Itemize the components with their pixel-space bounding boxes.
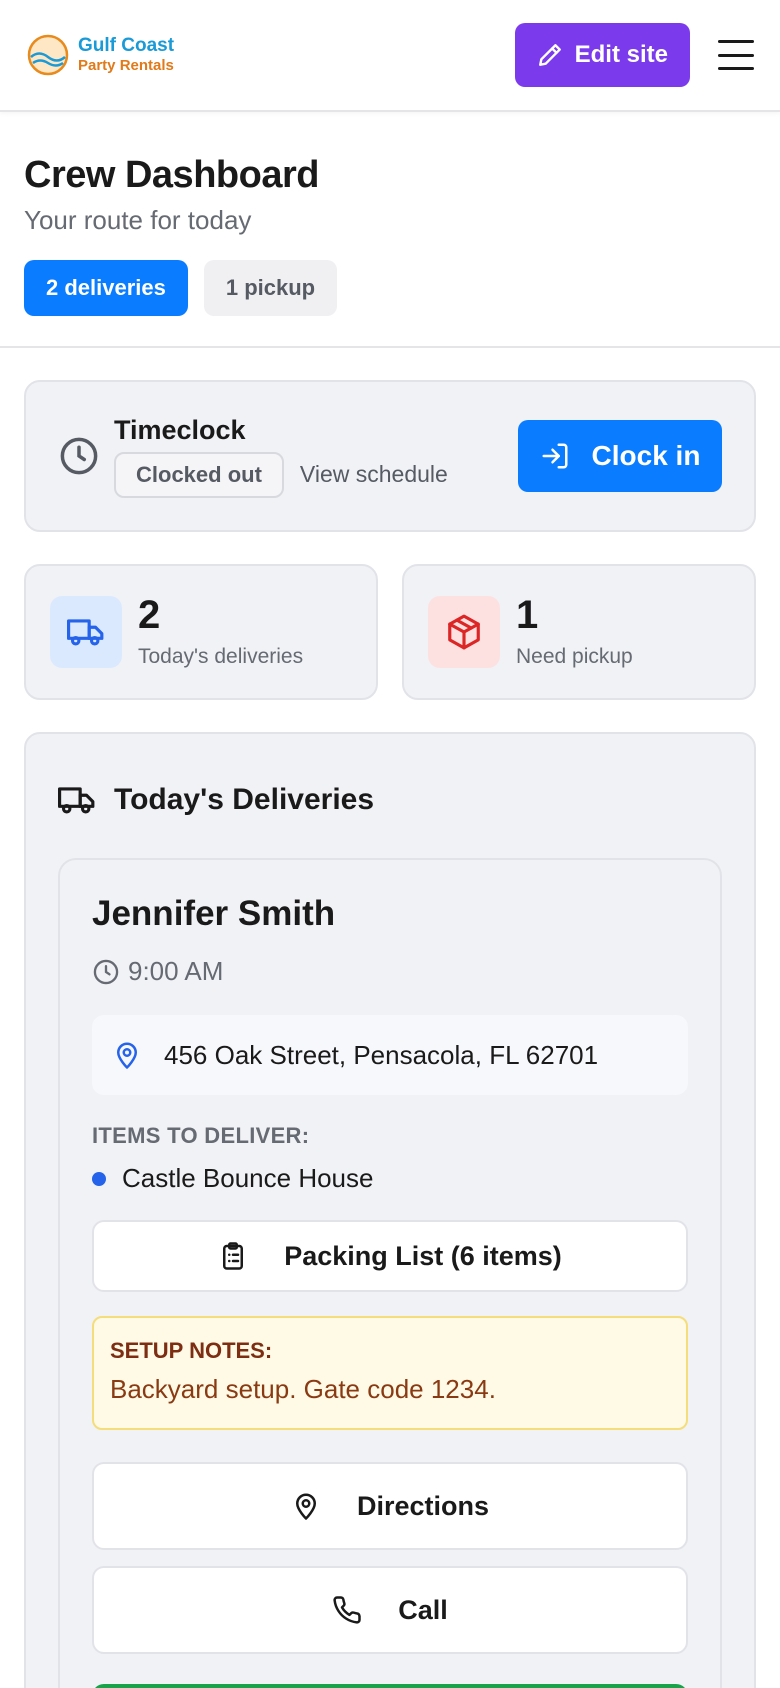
- chip-pickups[interactable]: 1 pickup: [203, 260, 338, 316]
- truck-icon: [58, 787, 95, 814]
- packing-list-label: Packing List (6 items): [284, 1240, 562, 1271]
- chip-deliveries[interactable]: 2 deliveries: [24, 260, 188, 316]
- item-name: Castle Bounce House: [122, 1163, 374, 1193]
- clock-in-button[interactable]: Clock in: [518, 420, 722, 492]
- truck-icon: [67, 619, 104, 646]
- directions-label: Directions: [356, 1490, 490, 1521]
- brand-logo[interactable]: Gulf Coast Party Rentals: [26, 33, 174, 77]
- list-item: Castle Bounce House: [92, 1163, 688, 1194]
- phone-icon: [333, 1596, 361, 1624]
- clock-icon: [60, 437, 98, 475]
- delivery-address-text: 456 Oak Street, Pensacola, FL 62701: [164, 1039, 599, 1070]
- stat-deliveries-card[interactable]: 2 Today's deliveries: [24, 564, 378, 700]
- stat-pickups-card[interactable]: 1 Need pickup: [402, 564, 756, 700]
- page-subtitle: Your route for today: [24, 205, 252, 235]
- pencil-icon: [538, 44, 561, 66]
- page-header: Crew Dashboard Your route for today 2 de…: [0, 112, 780, 348]
- stat-icon-box: [428, 596, 500, 668]
- stat-deliveries-label: Today's deliveries: [138, 645, 304, 668]
- items-to-deliver-label: ITEMS TO DELIVER:: [92, 1123, 310, 1148]
- setup-notes-label: SETUP NOTES:: [110, 1338, 273, 1363]
- filter-chips: 2 deliveries 1 pickup: [24, 260, 756, 316]
- setup-notes-text: Backyard setup. Gate code 1234.: [110, 1374, 496, 1404]
- call-button[interactable]: Call: [92, 1566, 688, 1654]
- edit-site-label: Edit site: [574, 41, 668, 68]
- setup-notes-box: SETUP NOTES: Backyard setup. Gate code 1…: [92, 1316, 688, 1430]
- delivery-time-text: 9:00 AM: [128, 956, 224, 986]
- deliveries-section: Today's Deliveries Jennifer Smith 9:00 A…: [24, 732, 756, 1688]
- timeclock-title: Timeclock: [114, 414, 246, 445]
- directions-button[interactable]: Directions: [92, 1462, 688, 1550]
- delivery-job-card: Jennifer Smith 9:00 AM 456 Oak Street, P…: [58, 858, 722, 1688]
- clipboard-list-icon: [223, 1242, 244, 1270]
- clock-status-badge: Clocked out: [114, 451, 284, 498]
- hamburger-menu-icon[interactable]: [718, 40, 754, 70]
- delivery-address[interactable]: 456 Oak Street, Pensacola, FL 62701: [92, 1015, 688, 1095]
- view-schedule-link[interactable]: View schedule: [300, 461, 448, 488]
- brand-name: Gulf Coast: [78, 35, 175, 57]
- customer-name: Jennifer Smith: [92, 894, 336, 933]
- timeclock-card: Timeclock Clocked out View schedule Cloc…: [24, 380, 756, 532]
- map-pin-icon: [295, 1493, 316, 1520]
- package-icon: [448, 614, 480, 650]
- map-pin-icon: [117, 1042, 137, 1069]
- complete-delivery-button[interactable]: [92, 1684, 688, 1688]
- bullet-dot: [92, 1171, 106, 1186]
- brand-tagline: Party Rentals: [78, 57, 174, 75]
- stat-pickups-value: 1: [516, 593, 539, 637]
- clock-icon: [93, 959, 119, 984]
- edit-site-button[interactable]: Edit site: [514, 23, 690, 87]
- stat-deliveries-value: 2: [138, 593, 161, 637]
- deliveries-section-title: Today's Deliveries: [114, 783, 375, 816]
- page-title: Crew Dashboard: [24, 154, 319, 196]
- delivery-time: 9:00 AM: [92, 956, 688, 987]
- stat-pickups-label: Need pickup: [516, 645, 633, 668]
- call-label: Call: [398, 1594, 448, 1625]
- sun-wave-logo-icon: [27, 34, 69, 76]
- sign-in-arrow-icon: [542, 443, 568, 469]
- stat-icon-box: [50, 596, 122, 668]
- clock-in-label: Clock in: [591, 440, 701, 471]
- top-bar: Gulf Coast Party Rentals Edit site: [0, 0, 780, 112]
- packing-list-button[interactable]: Packing List (6 items): [92, 1220, 688, 1292]
